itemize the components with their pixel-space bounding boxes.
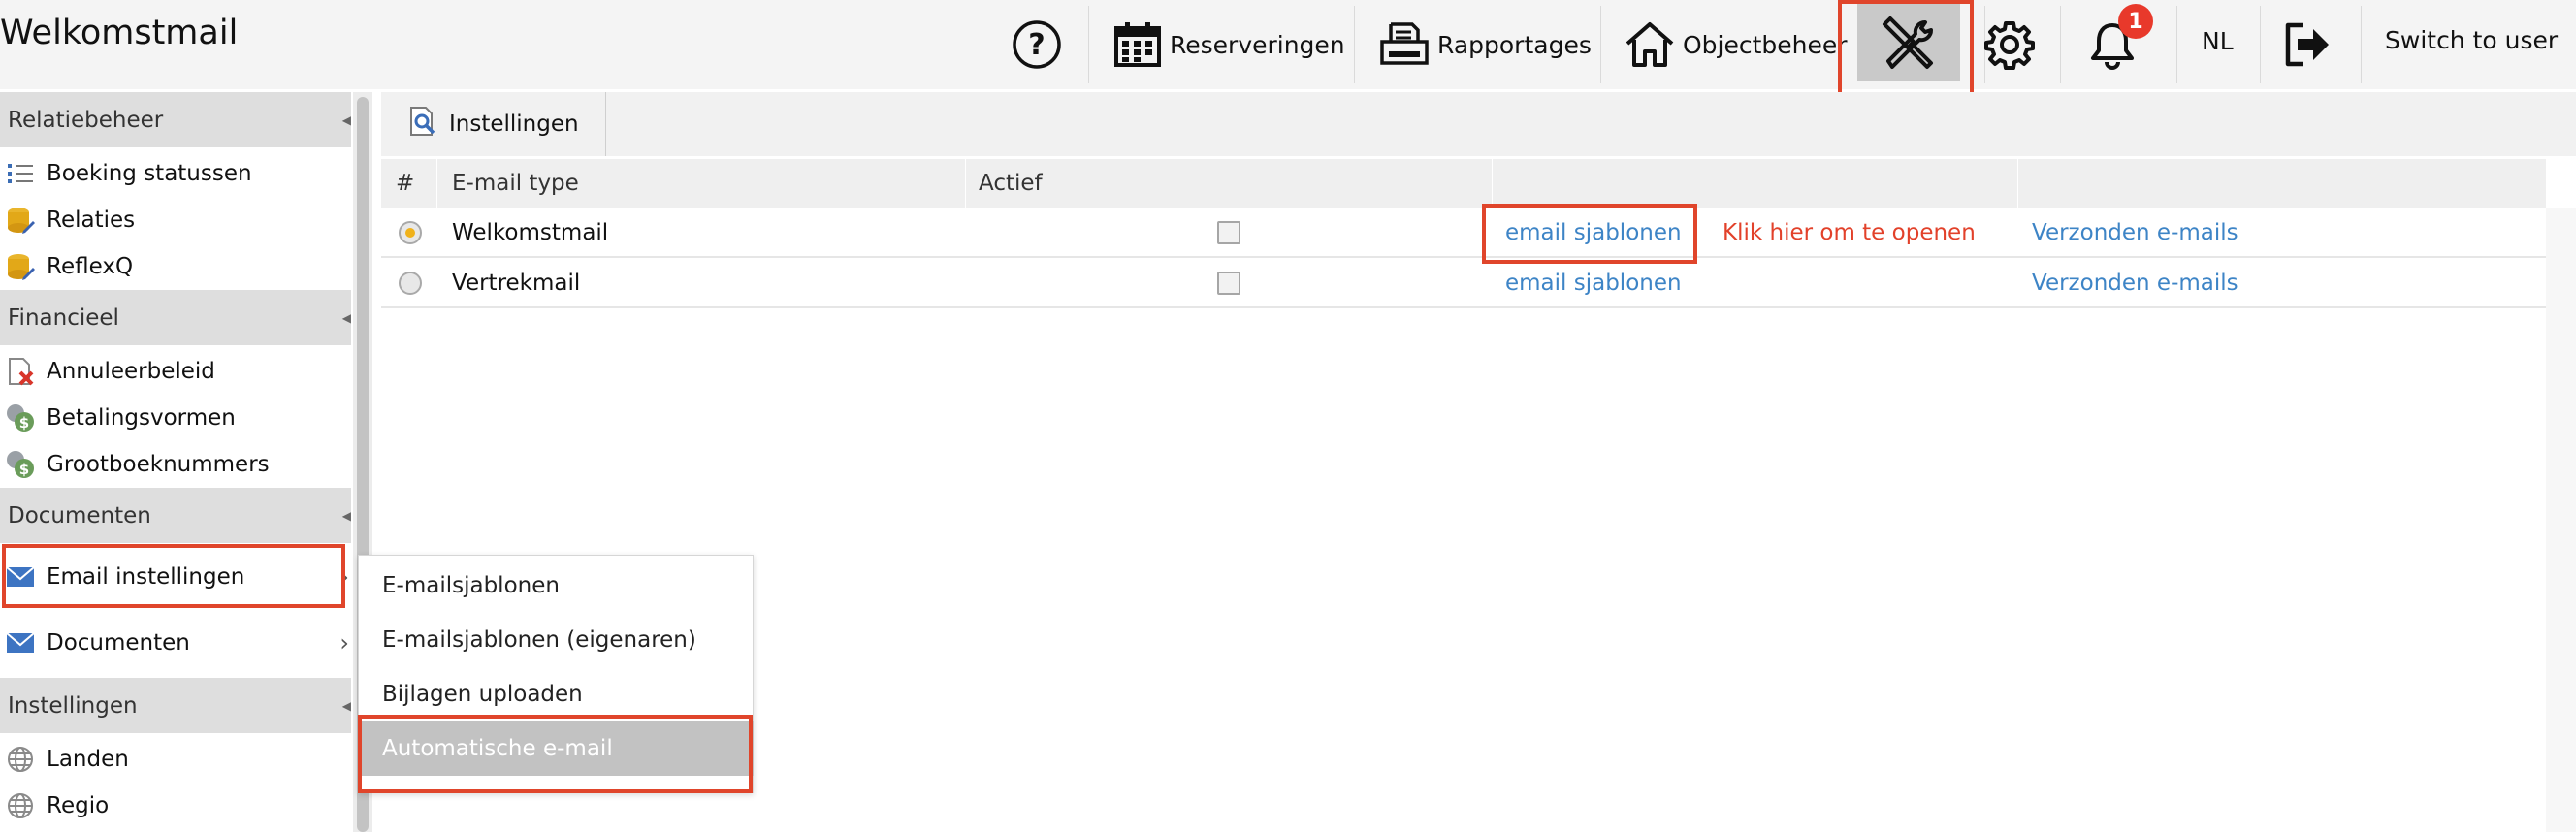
switch-user-button[interactable]: Switch to user: [2385, 0, 2558, 84]
nav-reserveringen[interactable]: Reserveringen: [1113, 0, 1345, 89]
sidebar-section-relatiebeheer[interactable]: Relatiebeheer ◀: [0, 92, 351, 147]
column-header-index: #: [396, 171, 415, 196]
collapse-caret-icon: ◀: [341, 509, 351, 523]
sidebar-item-email-instellingen[interactable]: Email instellingen ›: [0, 544, 351, 610]
sidebar-item-reflexq[interactable]: ReflexQ: [0, 243, 351, 290]
switch-user-label: Switch to user: [2385, 25, 2559, 54]
coins-icon: $: [6, 450, 35, 479]
sidebar-section-instellingen[interactable]: Instellingen ◀: [0, 678, 351, 733]
gear-icon: [1984, 21, 2035, 70]
help-circle-icon: ?: [1013, 20, 1061, 69]
svg-text:$: $: [19, 414, 29, 432]
coins-icon: $: [6, 403, 35, 432]
sidebar-item-betalingsvormen[interactable]: $ Betalingsvormen: [0, 395, 351, 441]
help-button[interactable]: ?: [1012, 0, 1062, 89]
sidebar-item-documenten[interactable]: Documenten ›: [0, 617, 351, 669]
printer-icon: [1380, 22, 1429, 65]
envelope-icon: [6, 562, 35, 592]
logout-button[interactable]: [2284, 0, 2333, 89]
nav-objectbeheer[interactable]: Objectbeheer: [1625, 0, 1848, 89]
calendar-icon: [1114, 22, 1161, 67]
email-type-cell: Vertrekmail: [452, 271, 581, 296]
email-sjablonen-link[interactable]: email sjablonen: [1505, 258, 1682, 308]
language-switch[interactable]: NL: [2202, 0, 2234, 85]
settings-button[interactable]: [1984, 0, 2035, 89]
sidebar-section-documenten[interactable]: Documenten ◀: [0, 488, 351, 543]
sidebar-item-boeking-statussen[interactable]: Boeking statussen: [0, 150, 351, 197]
sidebar-item-regio[interactable]: Regio: [0, 783, 351, 829]
sidebar-item-landen[interactable]: Landen: [0, 736, 351, 783]
database-edit-icon: [6, 252, 35, 281]
menu-item-automatische-email[interactable]: Automatische e-mail: [358, 721, 754, 776]
sidebar-item-annuleerbeleid[interactable]: Annuleerbeleid: [0, 348, 351, 395]
chevron-right-icon: ›: [339, 629, 349, 656]
language-label: NL: [2202, 26, 2234, 55]
verzonden-emails-link[interactable]: Verzonden e-mails: [2032, 208, 2238, 258]
list-icon: [6, 159, 35, 188]
annotation-note: Klik hier om te openen: [1723, 220, 1976, 245]
active-checkbox[interactable]: [1217, 272, 1240, 295]
notification-badge: 1: [2118, 4, 2153, 39]
collapse-caret-icon: ◀: [341, 113, 351, 127]
row-select-radio[interactable]: [399, 221, 422, 244]
globe-icon: [6, 791, 35, 820]
globe-icon: [6, 745, 35, 774]
envelope-icon: [6, 628, 35, 657]
table-row[interactable]: Vertrekmail email sjablonen Verzonden e-…: [381, 258, 2546, 308]
house-icon: [1626, 22, 1674, 67]
tools-button[interactable]: [1877, 0, 1937, 89]
email-type-cell: Welkomstmail: [452, 220, 609, 245]
top-bar: Welkomstmail ? Reserveringen Rapportages…: [0, 0, 2576, 107]
sidebar-section-financieel[interactable]: Financieel ◀: [0, 290, 351, 345]
sidebar-item-relaties[interactable]: Relaties: [0, 197, 351, 243]
sidebar-item-grootboeknummers[interactable]: $ Grootboeknummers: [0, 441, 351, 488]
tab-instellingen[interactable]: Instellingen: [381, 92, 606, 156]
active-checkbox[interactable]: [1217, 221, 1240, 244]
document-search-icon: [408, 106, 437, 143]
sidebar: Relatiebeheer ◀ Boeking statussen Relatie…: [0, 92, 351, 832]
column-header-actief: Actief: [979, 171, 1043, 196]
collapse-caret-icon: ◀: [341, 699, 351, 713]
table-row[interactable]: Welkomstmail email sjablonen Klik hier o…: [381, 208, 2546, 258]
column-header-email-type: E-mail type: [452, 171, 579, 196]
document-cancel-icon: [6, 357, 35, 386]
chevron-right-icon: ›: [339, 563, 349, 591]
table-header: [381, 159, 2546, 208]
tools-icon: [1883, 16, 1933, 69]
collapse-caret-icon: ◀: [341, 311, 351, 325]
nav-rapportages-label: Rapportages: [1437, 30, 1592, 59]
svg-text:$: $: [19, 461, 29, 478]
menu-item-emailsjablonen-eigenaren[interactable]: E-mailsjablonen (eigenaren): [358, 613, 754, 667]
menu-item-emailsjablonen[interactable]: E-mailsjablonen: [358, 559, 754, 613]
page-title: Welkomstmail: [0, 14, 239, 52]
nav-objectbeheer-label: Objectbeheer: [1683, 30, 1848, 59]
row-select-radio[interactable]: [399, 272, 422, 295]
email-sjablonen-link[interactable]: email sjablonen: [1505, 208, 1682, 258]
svg-text:?: ?: [1028, 28, 1045, 62]
menu-item-bijlagen-uploaden[interactable]: Bijlagen uploaden: [358, 667, 754, 721]
logout-icon: [2285, 22, 2329, 67]
database-edit-icon: [6, 206, 35, 235]
nav-reserveringen-label: Reserveringen: [1170, 30, 1345, 59]
tab-bar: [381, 92, 2576, 156]
verzonden-emails-link[interactable]: Verzonden e-mails: [2032, 258, 2238, 308]
main-scrollbar[interactable]: [2546, 208, 2576, 832]
nav-rapportages[interactable]: Rapportages: [1379, 0, 1592, 89]
